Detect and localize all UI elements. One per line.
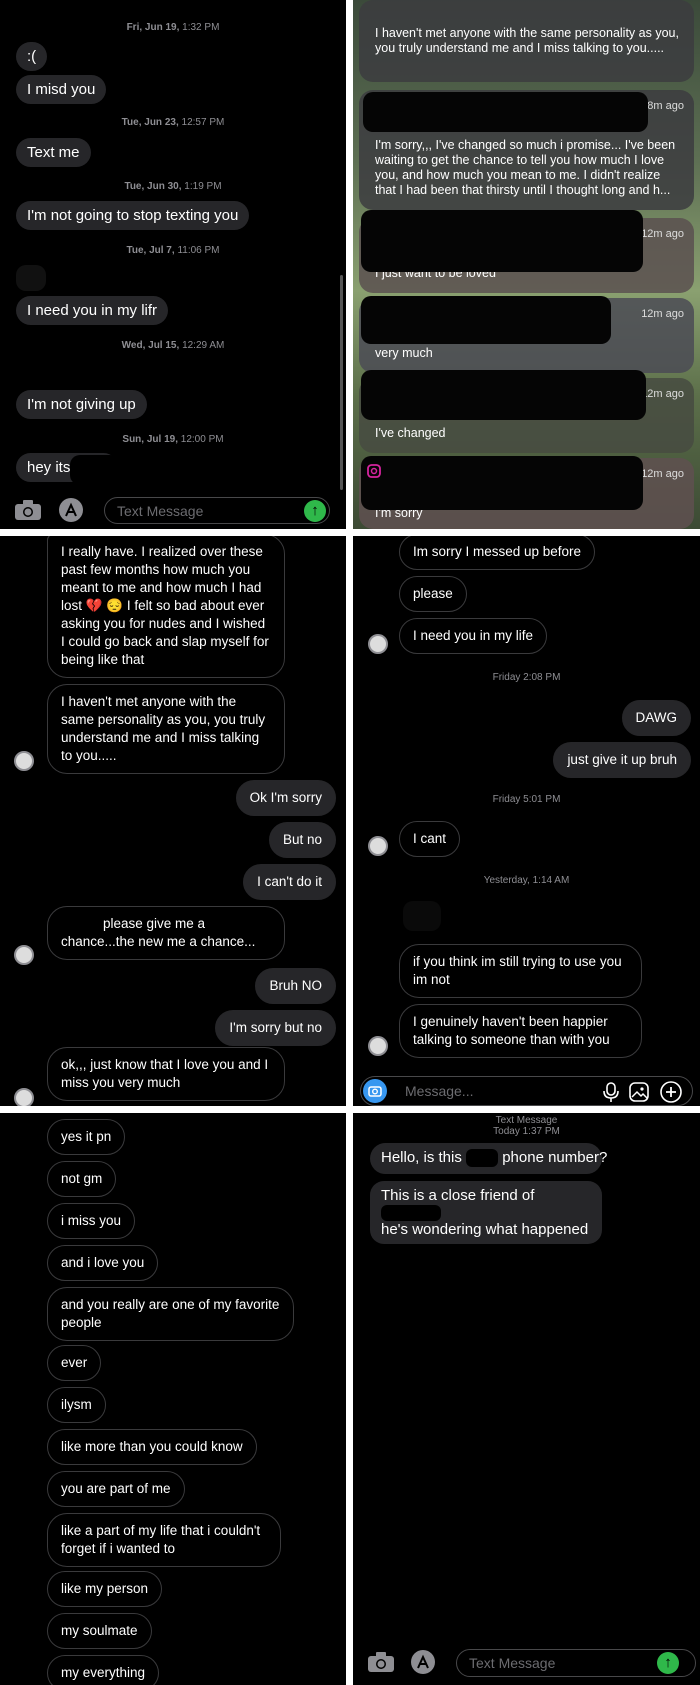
- message-bubble: I misd you: [16, 75, 107, 104]
- message-bubble: like a part of my life that i couldn't f…: [47, 1513, 281, 1567]
- message-input[interactable]: Text Message: [104, 497, 330, 524]
- message-bubble: :(: [16, 42, 48, 71]
- message-bubble-outgoing: just give it up bruh: [553, 742, 691, 778]
- message-bubble: not gm: [47, 1161, 117, 1197]
- message-bubble: like my person: [47, 1571, 163, 1607]
- message-bubble: Hello, is this phone number?: [370, 1143, 607, 1174]
- send-button[interactable]: ↑: [304, 500, 326, 522]
- message-bubble: yes it pn: [47, 1119, 126, 1155]
- message-bubble: like more than you could know: [47, 1429, 257, 1465]
- microphone-icon[interactable]: [601, 1081, 621, 1103]
- instagram-dm-panel-3: yes it pn not gm i miss you and i love y…: [0, 1113, 346, 1685]
- message-bubble: I genuinely haven't been happier talking…: [399, 1004, 642, 1058]
- message-bubble-outgoing: Bruh NO: [255, 968, 336, 1004]
- notification-panel: I haven't met anyone with the same perso…: [353, 0, 700, 529]
- redaction: [361, 370, 646, 420]
- conversation-header: Text Message Today 1:37 PM: [493, 1115, 560, 1137]
- redaction: [381, 1205, 441, 1222]
- avatar[interactable]: [14, 751, 34, 771]
- message-bubble-outgoing: Ok I'm sorry: [235, 780, 336, 816]
- message-bubble: ever: [47, 1345, 102, 1381]
- message-bubble: if you think im still trying to use you …: [399, 944, 642, 998]
- timestamp: Friday 5:01 PM: [492, 794, 561, 805]
- message-bubble-outgoing: But no: [268, 822, 336, 858]
- message-bubble: my everything: [47, 1655, 160, 1685]
- avatar[interactable]: [368, 634, 388, 654]
- camera-icon: [368, 1086, 382, 1097]
- timestamp: Friday 2:08 PM: [492, 672, 561, 683]
- message-bubble: I'm not giving up: [16, 390, 147, 419]
- redaction: [16, 265, 46, 291]
- message-bubble: I need you in my lifr: [16, 296, 169, 325]
- message-bubble: I really have. I realized over these pas…: [47, 536, 285, 678]
- timestamp: Yesterday, 1:14 AM: [483, 875, 570, 886]
- message-bubble: ilysm: [47, 1387, 106, 1423]
- gallery-icon[interactable]: [628, 1081, 650, 1103]
- redaction: [363, 92, 648, 132]
- message-bubble-outgoing: I can't do it: [243, 864, 336, 900]
- app-store-icon[interactable]: [58, 497, 84, 523]
- avatar[interactable]: [14, 1088, 34, 1106]
- message-bubble-outgoing: DAWG: [621, 700, 691, 736]
- redaction: [403, 901, 441, 931]
- message-bubble: I cant: [399, 821, 461, 857]
- message-bubble: ok,,, just know that I love you and I mi…: [47, 1047, 285, 1101]
- redaction: [361, 296, 611, 344]
- app-store-icon[interactable]: [410, 1649, 436, 1675]
- add-icon[interactable]: [659, 1080, 683, 1104]
- timestamp: Sun, Jul 19, 12:00 PM: [122, 434, 224, 445]
- redaction: [361, 456, 643, 510]
- notification[interactable]: I haven't met anyone with the same perso…: [359, 0, 694, 82]
- instagram-icon: [367, 464, 381, 478]
- message-bubble-outgoing: I'm sorry but no: [215, 1010, 336, 1046]
- avatar[interactable]: [368, 1036, 388, 1056]
- timestamp: Tue, Jul 7, 11:06 PM: [126, 245, 220, 256]
- message-bubble: I'm not going to stop texting you: [16, 201, 250, 230]
- camera-icon[interactable]: [367, 1651, 395, 1673]
- avatar[interactable]: [14, 945, 34, 965]
- message-bubble: and i love you: [47, 1245, 159, 1281]
- camera-button[interactable]: [363, 1079, 387, 1103]
- message-bubble: This is a close friend of he's wondering…: [370, 1181, 602, 1245]
- message-bubble: please give me a chance...the new me a c…: [47, 906, 285, 960]
- message-bubble: I haven't met anyone with the same perso…: [47, 684, 285, 774]
- timestamp: Tue, Jun 23, 12:57 PM: [121, 117, 225, 128]
- timestamp: Fri, Jun 19, 1:32 PM: [126, 22, 220, 33]
- timestamp: Wed, Jul 15, 12:29 AM: [121, 340, 225, 351]
- message-bubble: Text me: [16, 138, 91, 167]
- message-bubble: i miss you: [47, 1203, 136, 1239]
- message-bubble: you are part of me: [47, 1471, 185, 1507]
- message-bubble: please: [399, 576, 467, 612]
- instagram-dm-panel-1: I really have. I realized over these pas…: [0, 536, 346, 1106]
- message-bubble: Im sorry I messed up before: [399, 536, 596, 570]
- message-bubble: and you really are one of my favorite pe…: [47, 1287, 294, 1341]
- send-button[interactable]: ↑: [657, 1652, 679, 1674]
- message-bubble: I need you in my life: [399, 618, 548, 654]
- redaction: [70, 455, 120, 485]
- instagram-dm-panel-2: Im sorry I messed up before please I nee…: [353, 536, 700, 1106]
- scrollbar[interactable]: [340, 275, 343, 490]
- redaction: [361, 210, 643, 272]
- imessage-panel-1: Fri, Jun 19, 1:32 PM :( I misd you Tue, …: [0, 0, 346, 529]
- redaction: [466, 1149, 499, 1168]
- message-bubble: my soulmate: [47, 1613, 152, 1649]
- imessage-panel-2: Text Message Today 1:37 PM Hello, is thi…: [353, 1113, 700, 1685]
- camera-icon[interactable]: [14, 499, 42, 521]
- avatar[interactable]: [368, 836, 388, 856]
- timestamp: Tue, Jun 30, 1:19 PM: [124, 181, 222, 192]
